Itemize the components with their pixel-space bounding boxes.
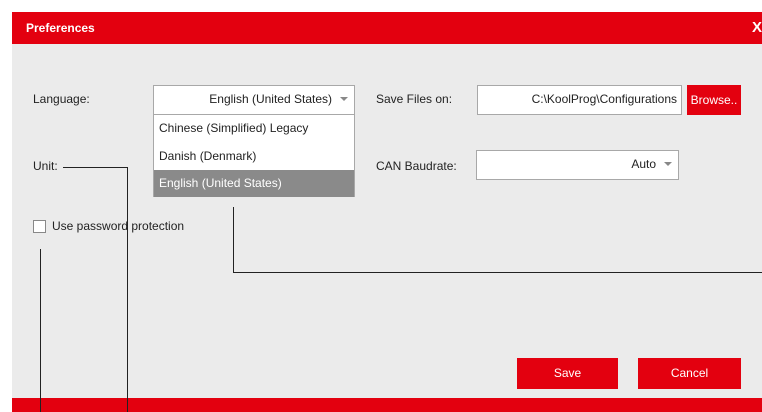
callout-line — [40, 249, 41, 412]
cancel-button[interactable]: Cancel — [638, 358, 741, 389]
password-checkbox[interactable] — [33, 220, 46, 233]
password-label: Use password protection — [52, 219, 185, 233]
callout-line — [63, 167, 128, 168]
browse-button[interactable]: Browse.. — [687, 85, 741, 115]
save-button[interactable]: Save — [517, 358, 618, 389]
chevron-down-icon — [664, 162, 672, 166]
window-title: Preferences — [26, 21, 95, 35]
language-selected-value: English (United States) — [209, 92, 332, 106]
can-baudrate-select[interactable]: Auto — [476, 150, 679, 180]
language-select[interactable]: English (United States) — [153, 85, 355, 115]
close-button[interactable]: X — [748, 19, 762, 36]
save-files-label: Save Files on: — [376, 92, 453, 106]
preferences-window — [12, 12, 762, 412]
language-option[interactable]: Chinese (Simplified) Legacy — [154, 115, 354, 142]
can-baudrate-selected-value: Auto — [631, 157, 656, 171]
chevron-down-icon — [340, 97, 348, 101]
language-label: Language: — [33, 92, 90, 106]
save-path-field[interactable]: C:\KoolProg\Configurations — [477, 85, 682, 115]
callout-line — [233, 207, 234, 273]
can-baudrate-label: CAN Baudrate: — [376, 159, 457, 173]
language-option[interactable]: Danish (Denmark) — [154, 143, 354, 170]
language-option-selected[interactable]: English (United States) — [154, 170, 354, 197]
language-dropdown-list: Chinese (Simplified) Legacy Danish (Denm… — [153, 114, 355, 197]
callout-line — [127, 167, 128, 412]
callout-line — [233, 272, 762, 273]
title-bar: Preferences X — [12, 12, 762, 44]
unit-label: Unit: — [33, 159, 58, 173]
save-path-value: C:\KoolProg\Configurations — [531, 92, 677, 106]
bottom-bar — [12, 398, 762, 412]
